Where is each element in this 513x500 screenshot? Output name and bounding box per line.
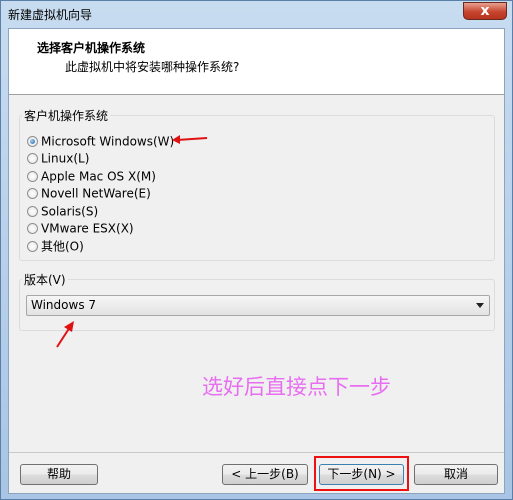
wizard-header: 选择客户机操作系统 此虚拟机中将安装哪种操作系统? (9, 29, 504, 95)
os-group-label: 客户机操作系统 (22, 107, 111, 124)
radio-os-solaris[interactable]: Solaris(S) (27, 203, 98, 219)
title-bar: 新建虚拟机向导 x (1, 1, 512, 26)
radio-os-esx[interactable]: VMware ESX(X) (27, 220, 134, 236)
red-arrow-icon (56, 321, 74, 348)
close-button[interactable]: x (463, 2, 507, 20)
wizard-window: 新建虚拟机向导 x 选择客户机操作系统 此虚拟机中将安装哪种操作系统? 客户机操… (0, 0, 513, 500)
annotation-text: 选好后直接点下一步 (202, 375, 391, 399)
version-group-label: 版本(V) (22, 271, 68, 288)
radio-os-other[interactable]: 其他(O) (27, 238, 84, 254)
cancel-button[interactable]: 取消 (414, 464, 498, 485)
radio-unchecked-icon (27, 171, 38, 182)
radio-unchecked-icon (27, 241, 38, 252)
chevron-down-icon (476, 303, 484, 308)
radio-unchecked-icon (27, 188, 38, 199)
window-title: 新建虚拟机向导 (8, 8, 93, 22)
help-button[interactable]: 帮助 (20, 464, 98, 485)
radio-unchecked-icon (27, 206, 38, 217)
radio-os-windows[interactable]: Microsoft Windows(W) (27, 133, 174, 149)
back-button[interactable]: < 上一步(B) (222, 464, 308, 485)
radio-os-netware[interactable]: Novell NetWare(E) (27, 185, 151, 201)
close-icon: x (480, 3, 490, 19)
radio-unchecked-icon (27, 153, 38, 164)
radio-unchecked-icon (27, 223, 38, 234)
footer-divider (9, 452, 504, 453)
radio-os-macos[interactable]: Apple Mac OS X(M) (27, 168, 156, 184)
wizard-content: 选择客户机操作系统 此虚拟机中将安装哪种操作系统? 客户机操作系统 Micros… (8, 28, 505, 494)
radio-checked-icon (27, 136, 38, 147)
red-arrow-icon (172, 135, 208, 144)
highlight-box (314, 456, 409, 491)
version-select[interactable]: Windows 7 (26, 295, 490, 316)
page-title: 选择客户机操作系统 (37, 41, 146, 55)
version-select-value: Windows 7 (31, 298, 97, 312)
page-subtitle: 此虚拟机中将安装哪种操作系统? (65, 60, 240, 74)
radio-os-linux[interactable]: Linux(L) (27, 150, 89, 166)
